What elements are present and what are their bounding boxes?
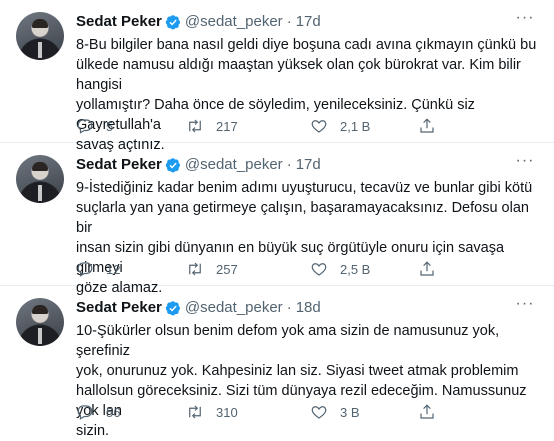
more-icon[interactable]: ··· <box>514 296 536 320</box>
timestamp[interactable]: 17d <box>296 12 321 32</box>
tweet[interactable]: Sedat Peker @sedat_peker · 17d 8-Bu bilg… <box>0 0 554 153</box>
avatar[interactable] <box>16 155 64 203</box>
share-icon <box>420 261 434 276</box>
author-name[interactable]: Sedat Peker <box>76 298 162 318</box>
share-icon <box>420 118 434 133</box>
heart-icon <box>311 263 327 276</box>
author-handle[interactable]: @sedat_peker <box>185 298 283 318</box>
timestamp[interactable]: 17d <box>296 155 321 175</box>
reply-icon <box>77 119 93 134</box>
timestamp[interactable]: 18d <box>296 298 321 318</box>
retweet-count: 310 <box>216 404 238 420</box>
reply-button[interactable]: 12 <box>76 260 120 278</box>
heart-icon <box>311 406 327 419</box>
like-count: 3 B <box>340 404 360 420</box>
tweet-header: Sedat Peker @sedat_peker · 18d <box>76 298 538 318</box>
separator-dot: · <box>286 13 292 30</box>
share-icon <box>420 404 434 419</box>
like-button[interactable]: 3 B <box>310 403 360 421</box>
verified-badge-icon <box>165 158 180 173</box>
tweet-text: 9-İstediğiniz kadar benim adımı uyuşturu… <box>76 180 533 296</box>
tweet-text: 10-Şükürler olsun benim defom yok ama si… <box>76 323 527 439</box>
tweet-feed: Sedat Peker @sedat_peker · 17d 8-Bu bilg… <box>0 0 554 439</box>
reply-count: 5 <box>106 118 114 134</box>
tweet-header: Sedat Peker @sedat_peker · 17d <box>76 155 538 175</box>
reply-icon <box>77 262 93 277</box>
retweet-count: 257 <box>216 261 238 277</box>
heart-icon <box>311 120 327 133</box>
tweet-text: 8-Bu bilgiler bana nasıl geldi diye boşu… <box>76 37 537 153</box>
retweet-icon <box>189 262 201 276</box>
author-handle[interactable]: @sedat_peker <box>185 155 283 175</box>
reply-icon <box>77 405 93 420</box>
like-button[interactable]: 2,5 B <box>310 260 370 278</box>
retweet-count: 217 <box>216 118 238 134</box>
avatar[interactable] <box>16 298 64 346</box>
verified-badge-icon <box>165 301 180 316</box>
more-icon[interactable]: ··· <box>514 153 536 177</box>
share-button[interactable] <box>418 117 436 135</box>
more-icon[interactable]: ··· <box>514 10 536 34</box>
share-button[interactable] <box>418 260 436 278</box>
author-name[interactable]: Sedat Peker <box>76 12 162 32</box>
like-count: 2,1 B <box>340 118 371 134</box>
like-button[interactable]: 2,1 B <box>310 117 370 135</box>
avatar[interactable] <box>16 12 64 60</box>
tweet-actions: 56 310 3 B <box>76 403 516 423</box>
tweet[interactable]: Sedat Peker @sedat_peker · 18d 10-Şükürl… <box>0 286 554 439</box>
tweet-actions: 5 217 2,1 B <box>76 117 516 137</box>
tweet-header: Sedat Peker @sedat_peker · 17d <box>76 12 538 32</box>
author-name[interactable]: Sedat Peker <box>76 155 162 175</box>
tweet-actions: 12 257 2,5 B <box>76 260 516 280</box>
verified-badge-icon <box>165 15 180 30</box>
author-handle[interactable]: @sedat_peker <box>185 12 283 32</box>
like-count: 2,5 B <box>340 261 371 277</box>
share-button[interactable] <box>418 403 436 421</box>
reply-count: 12 <box>106 261 121 277</box>
reply-count: 56 <box>106 404 121 420</box>
reply-button[interactable]: 56 <box>76 403 120 421</box>
retweet-button[interactable]: 310 <box>186 403 238 421</box>
tweet[interactable]: Sedat Peker @sedat_peker · 17d 9-İstediğ… <box>0 143 554 296</box>
separator-dot: · <box>286 299 292 316</box>
retweet-button[interactable]: 217 <box>186 117 238 135</box>
reply-button[interactable]: 5 <box>76 117 113 135</box>
separator-dot: · <box>286 156 292 173</box>
retweet-button[interactable]: 257 <box>186 260 238 278</box>
retweet-icon <box>189 405 201 419</box>
retweet-icon <box>189 119 201 133</box>
